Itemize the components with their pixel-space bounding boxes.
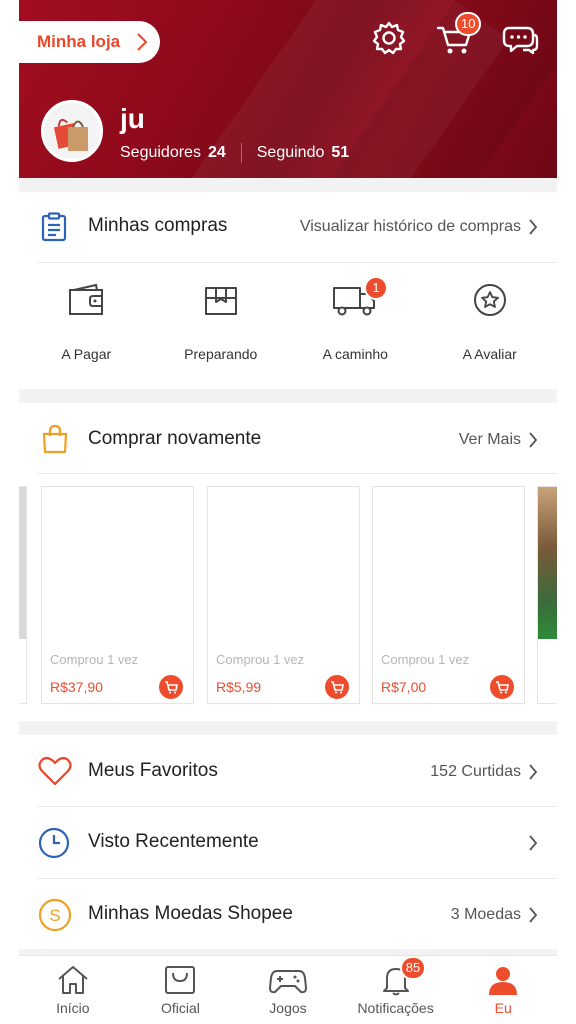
mall-bag-icon [165,966,196,994]
purchase-count: Comprou 1 vez [216,652,305,667]
favorites-label: Meus Favoritos [88,760,218,781]
coins-label: Minhas Moedas Shopee [88,903,293,924]
coin-icon: S [38,898,72,932]
buy-again-title: Comprar novamente [88,428,262,449]
settings-icon[interactable] [371,20,407,56]
following-label[interactable]: Seguindo [257,144,325,162]
order-status-row: A Pagar Preparando 1 A caminho A Avaliar [19,270,557,370]
product-price: R$5,99 [216,679,262,695]
my-shop-label: Minha loja [37,32,121,51]
purchase-count: Comprou 1 vez [50,652,139,667]
order-status-label: A caminho [322,346,388,362]
following-count[interactable]: 51 [331,144,349,162]
chevron-right-icon [529,219,538,235]
nav-label: Notificações [357,1000,434,1016]
box-icon [204,287,237,315]
clipboard-icon [41,212,67,242]
cart-icon [496,681,509,694]
follow-stats: Seguidores 24 Seguindo 51 [120,143,349,163]
cart-icon [165,681,178,694]
wallet-icon [69,283,104,315]
star-icon [473,284,506,316]
shopping-bags-image [53,118,88,151]
buy-again-row[interactable]: Comprar novamente Ver Mais [19,403,557,473]
username: ju [120,103,145,134]
profile-header: Minha loja 10 ju Seguidores 24 Seguindo … [19,0,557,178]
product-image [208,487,359,639]
shopping-bag-icon [42,424,68,454]
favorites-row[interactable]: Meus Favoritos 152 Curtidas [19,735,557,806]
product-card[interactable] [19,486,27,704]
followers-count[interactable]: 24 [208,144,226,162]
product-image [42,487,193,639]
purchases-title: Minhas compras [88,215,228,236]
chevron-right-icon [137,33,148,51]
see-more-link[interactable]: Ver Mais [459,431,521,449]
menu-list: Meus Favoritos 152 Curtidas Visto Recent… [19,735,557,949]
add-to-cart-button[interactable] [159,675,183,699]
product-price: R$7,00 [381,679,427,695]
gamepad-icon [268,970,307,994]
order-status-label: A Avaliar [462,346,517,362]
nav-label: Jogos [269,1000,307,1016]
nav-label: Eu [494,1000,512,1016]
product-card[interactable]: Comprou 1 vez R$37,90 [41,486,194,704]
product-card[interactable]: Comprou 1 vez R$5,99 [207,486,360,704]
order-status-to-rate[interactable]: A Avaliar [423,270,558,370]
purchases-section: Minhas compras Visualizar histórico de c… [19,192,557,389]
purchase-count: Comprou 1 vez [381,652,470,667]
recently-viewed-label: Visto Recentemente [88,831,259,852]
order-status-shipping[interactable]: 1 A caminho [288,270,423,370]
app-frame: Minha loja 10 ju Seguidores 24 Seguindo … [19,0,557,1024]
nav-label: Oficial [160,1000,200,1016]
favorites-count: 152 Curtidas [430,763,521,780]
cart-badge: 10 [455,12,482,36]
purchase-history-link[interactable]: Visualizar histórico de compras [300,218,521,236]
nav-me[interactable]: Eu [449,956,557,1024]
shipping-badge: 1 [364,276,388,300]
add-to-cart-button[interactable] [325,675,349,699]
product-card[interactable] [537,486,557,704]
chevron-right-icon [529,835,538,851]
divider [38,473,557,474]
cart-icon [331,681,344,694]
bottom-navigation: Início Oficial Jogos 85 Notificações Eu [19,955,557,1024]
product-carousel[interactable]: Comprou 1 vez R$37,90 Comprou 1 vez R$5,… [19,486,557,706]
chevron-right-icon [529,907,538,923]
recently-viewed-row[interactable]: Visto Recentemente [19,807,557,878]
order-status-preparing[interactable]: Preparando [154,270,289,370]
divider [38,262,557,263]
avatar[interactable] [41,100,103,162]
chevron-right-icon [529,432,538,448]
product-card[interactable]: Comprou 1 vez R$7,00 [372,486,525,704]
add-to-cart-button[interactable] [490,675,514,699]
order-status-to-pay[interactable]: A Pagar [19,270,154,370]
nav-home[interactable]: Início [19,956,127,1024]
chat-icon[interactable] [501,22,539,58]
nav-notifications[interactable]: 85 Notificações [342,956,450,1024]
heart-icon [38,756,72,786]
product-image [19,487,26,639]
svg-text:S: S [49,906,60,925]
nav-label: Início [56,1000,90,1016]
coins-row[interactable]: S Minhas Moedas Shopee 3 Moedas [19,879,557,949]
product-image [538,487,557,639]
coins-count: 3 Moedas [450,906,521,923]
chevron-right-icon [529,764,538,780]
product-image [373,487,524,639]
order-status-label: A Pagar [61,346,112,362]
product-price: R$37,90 [50,679,103,695]
follow-separator [240,143,242,163]
home-icon [58,966,88,994]
purchases-row[interactable]: Minhas compras Visualizar histórico de c… [19,192,557,262]
user-icon [489,967,518,995]
order-status-label: Preparando [184,346,258,362]
nav-games[interactable]: Jogos [234,956,342,1024]
notifications-badge: 85 [399,956,427,980]
followers-label[interactable]: Seguidores [120,144,201,162]
my-shop-button[interactable]: Minha loja [19,21,160,63]
nav-official[interactable]: Oficial [127,956,235,1024]
cart-button[interactable]: 10 [435,12,482,58]
clock-icon [38,827,70,859]
